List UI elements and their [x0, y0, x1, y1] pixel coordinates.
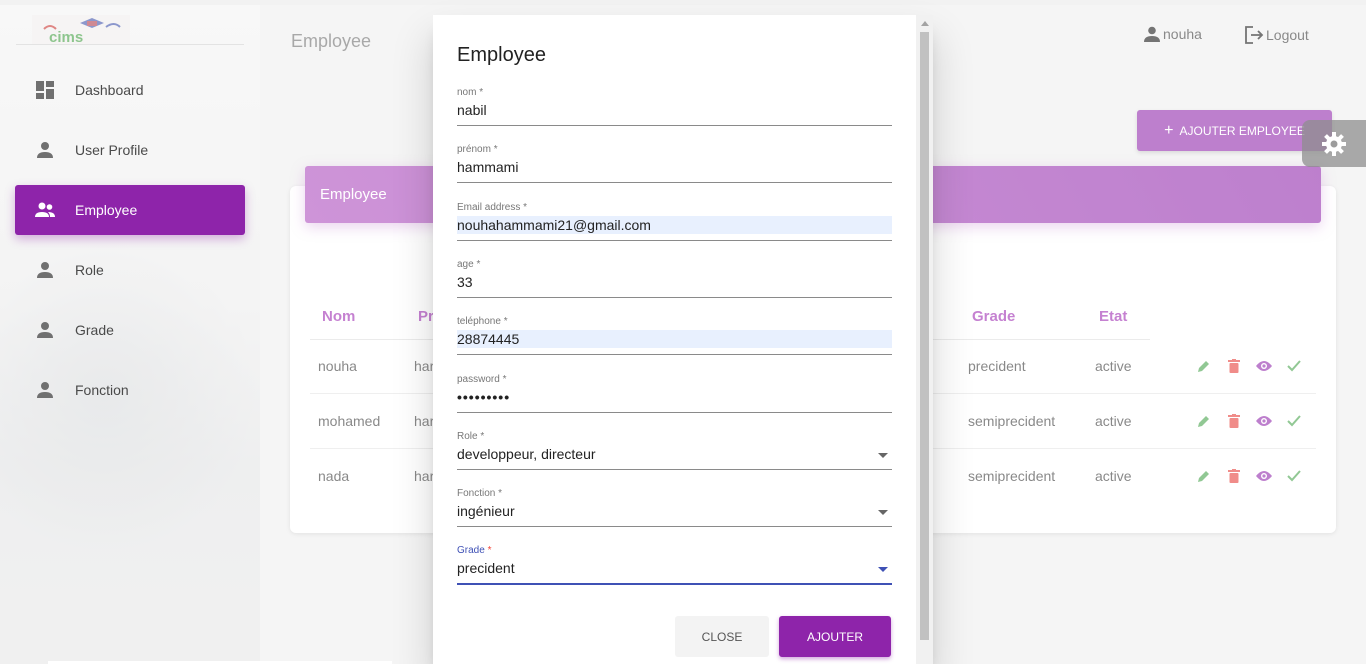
- sidebar-item-label: Dashboard: [75, 82, 144, 98]
- grade-value[interactable]: precident: [457, 559, 892, 577]
- field-underline: [457, 182, 892, 183]
- field-underline: [457, 125, 892, 126]
- scroll-up-arrow-icon[interactable]: [921, 21, 929, 26]
- sidebar-item-fonction[interactable]: Fonction: [15, 365, 245, 415]
- dropdown-arrow-icon[interactable]: [878, 510, 888, 515]
- role-select[interactable]: Role * developpeur, directeur: [457, 431, 892, 481]
- required-mark: *: [479, 87, 484, 98]
- fonction-value[interactable]: ingénieur: [457, 502, 892, 520]
- required-mark: *: [480, 431, 485, 442]
- field-label: nom *: [457, 87, 483, 98]
- age-label: age: [457, 259, 474, 270]
- sidebar-item-label: Grade: [75, 322, 114, 338]
- required-mark: *: [498, 488, 503, 499]
- password-field[interactable]: password * •••••••••: [457, 374, 892, 424]
- field-label: age *: [457, 259, 480, 270]
- telephone-input[interactable]: 28874445: [457, 330, 892, 348]
- sidebar-item-label: Employee: [75, 202, 138, 218]
- telephone-label: teléphone: [457, 316, 501, 327]
- age-field[interactable]: age * 33: [457, 259, 892, 309]
- sidebar-item-label: Fonction: [75, 382, 129, 398]
- person-icon: [35, 140, 55, 160]
- grade-label: Grade: [457, 545, 485, 556]
- nom-label: nom: [457, 87, 477, 98]
- sidebar-item-role[interactable]: Role: [15, 245, 245, 295]
- field-label: teléphone *: [457, 316, 508, 327]
- role-value[interactable]: developpeur, directeur: [457, 445, 892, 463]
- field-underline: [457, 297, 892, 298]
- field-underline: [457, 412, 892, 413]
- field-underline: [457, 526, 892, 527]
- email-label: Email address: [457, 202, 521, 213]
- dropdown-arrow-icon[interactable]: [878, 567, 888, 572]
- close-button[interactable]: CLOSE: [675, 616, 769, 657]
- dashboard-icon: [35, 80, 55, 100]
- dropdown-arrow-icon[interactable]: [878, 453, 888, 458]
- field-underline: [457, 469, 892, 470]
- field-label: Fonction *: [457, 488, 502, 499]
- sidebar-item-grade[interactable]: Grade: [15, 305, 245, 355]
- sidebar-item-label: Role: [75, 262, 104, 278]
- employee-dialog: Employee nom * nabil prénom * hammami Em…: [433, 15, 933, 664]
- scrollbar-thumb[interactable]: [920, 32, 929, 640]
- sidebar-item-dashboard[interactable]: Dashboard: [15, 65, 245, 115]
- prenom-label: prénom: [457, 144, 491, 155]
- prenom-input[interactable]: hammami: [457, 158, 892, 176]
- required-mark: *: [493, 144, 498, 155]
- people-icon: [35, 200, 55, 220]
- field-underline: [457, 354, 892, 355]
- required-mark: *: [523, 202, 528, 213]
- person-icon: [35, 260, 55, 280]
- field-label: Email address *: [457, 202, 527, 213]
- telephone-field[interactable]: teléphone * 28874445: [457, 316, 892, 366]
- fonction-select[interactable]: Fonction * ingénieur: [457, 488, 892, 538]
- password-label: password: [457, 374, 500, 385]
- nom-field[interactable]: nom * nabil: [457, 87, 892, 137]
- field-label: password *: [457, 374, 507, 385]
- sidebar-item-user-profile[interactable]: User Profile: [15, 125, 245, 175]
- role-label: Role: [457, 431, 478, 442]
- required-mark: *: [476, 259, 481, 270]
- grade-select[interactable]: Grade * precident: [457, 545, 892, 595]
- field-underline: [457, 583, 892, 585]
- submit-button[interactable]: AJOUTER: [779, 616, 891, 657]
- sidebar-item-employee[interactable]: Employee: [15, 185, 245, 235]
- nom-input[interactable]: nabil: [457, 101, 892, 119]
- password-input[interactable]: •••••••••: [457, 388, 892, 406]
- email-input[interactable]: nouhahammami21@gmail.com: [457, 216, 892, 234]
- field-label: prénom *: [457, 144, 498, 155]
- sidebar-item-label: User Profile: [75, 142, 149, 158]
- age-input[interactable]: 33: [457, 273, 892, 291]
- required-mark: *: [502, 374, 507, 385]
- required-mark: *: [503, 316, 508, 327]
- person-icon: [35, 380, 55, 400]
- fonction-label: Fonction: [457, 488, 496, 499]
- field-underline: [457, 240, 892, 241]
- dialog-title: Employee: [457, 44, 546, 66]
- email-field[interactable]: Email address * nouhahammami21@gmail.com: [457, 202, 892, 252]
- field-label: Role *: [457, 431, 484, 442]
- person-icon: [35, 320, 55, 340]
- required-mark: *: [487, 545, 492, 556]
- field-label: Grade *: [457, 545, 491, 556]
- prenom-field[interactable]: prénom * hammami: [457, 144, 892, 194]
